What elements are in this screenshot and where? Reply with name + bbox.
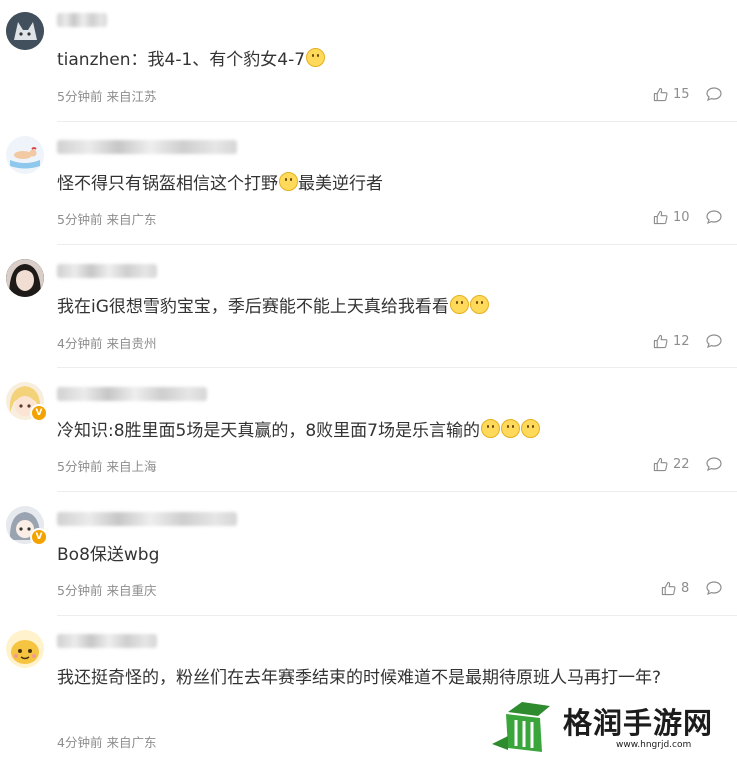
username-blurred[interactable] [57,634,157,648]
divider [57,121,737,122]
username-blurred[interactable] [57,264,157,278]
comment-meta: 4分钟前 来自广东 [57,735,157,750]
thumbs-up-icon [661,581,676,596]
comment-text: 冷知识:8胜里面5场是天真赢的，8败里面7场是乐言输的 [57,417,717,445]
comment-text: 怪不得只有锅盔相信这个打野 最美逆行者 [57,172,383,194]
like-count: 10 [673,210,690,225]
reply-icon[interactable] [706,580,722,596]
reply-icon[interactable] [706,209,722,225]
emoji-icon [481,419,500,438]
reply-icon[interactable] [706,86,722,102]
comment-text: 我在iG很想雪豹宝宝，季后赛能不能上天真给我看看 [57,293,717,321]
comment-text: Bo8保送wbg [57,545,160,565]
like-count: 22 [673,457,690,472]
avatar[interactable] [6,136,44,174]
thumbs-up-icon [653,457,668,472]
like-button[interactable]: 8 [661,581,689,596]
comment-meta: 5分钟前 来自上海 [57,459,157,474]
comment-text: tianzhen：我4-1、有个豹女4-7 [57,46,717,74]
username-blurred[interactable] [57,140,237,154]
divider [57,244,737,245]
avatar[interactable] [6,12,44,50]
username-blurred[interactable] [57,13,107,27]
username-blurred[interactable] [57,387,207,401]
emoji-icon [501,419,520,438]
thumbs-up-icon [653,210,668,225]
like-button[interactable]: 15 [653,87,690,102]
thumbs-up-icon [653,334,668,349]
like-count: 12 [673,334,690,349]
emoji-icon [306,48,326,67]
divider [57,491,737,492]
emoji-icon [521,419,540,438]
watermark-name: 格润手游网 [563,706,714,740]
like-count: 8 [681,581,690,596]
comment-meta: 5分钟前 来自重庆 [57,583,157,598]
verified-badge-icon: V [30,528,48,546]
watermark-url: www.hngrjd.com [616,740,692,750]
thumbs-up-icon [653,87,668,102]
emoji-icon [449,295,469,314]
emoji-icon [279,172,298,191]
username-blurred[interactable] [57,512,237,526]
site-watermark: 格润手游网 www.hngrjd.com [488,690,737,764]
logo-icon [492,702,550,752]
reply-icon[interactable] [706,333,722,349]
like-count: 15 [673,87,690,102]
comment-meta: 5分钟前 来自广东 [57,212,157,227]
avatar[interactable] [6,259,44,297]
like-button[interactable]: 10 [653,210,690,225]
verified-badge-icon: V [30,404,48,422]
comment-meta: 5分钟前 来自江苏 [57,89,157,104]
like-button[interactable]: 12 [653,334,690,349]
comment-meta: 4分钟前 来自贵州 [57,336,157,351]
divider [57,367,737,368]
divider [57,615,737,616]
emoji-icon [469,295,489,314]
like-button[interactable]: 22 [653,457,690,472]
avatar[interactable] [6,630,44,668]
reply-icon[interactable] [706,456,722,472]
comment-text: 我还挺奇怪的，粉丝们在去年赛季结束的时候难道不是最期待原班人马再打一年? [57,668,662,688]
